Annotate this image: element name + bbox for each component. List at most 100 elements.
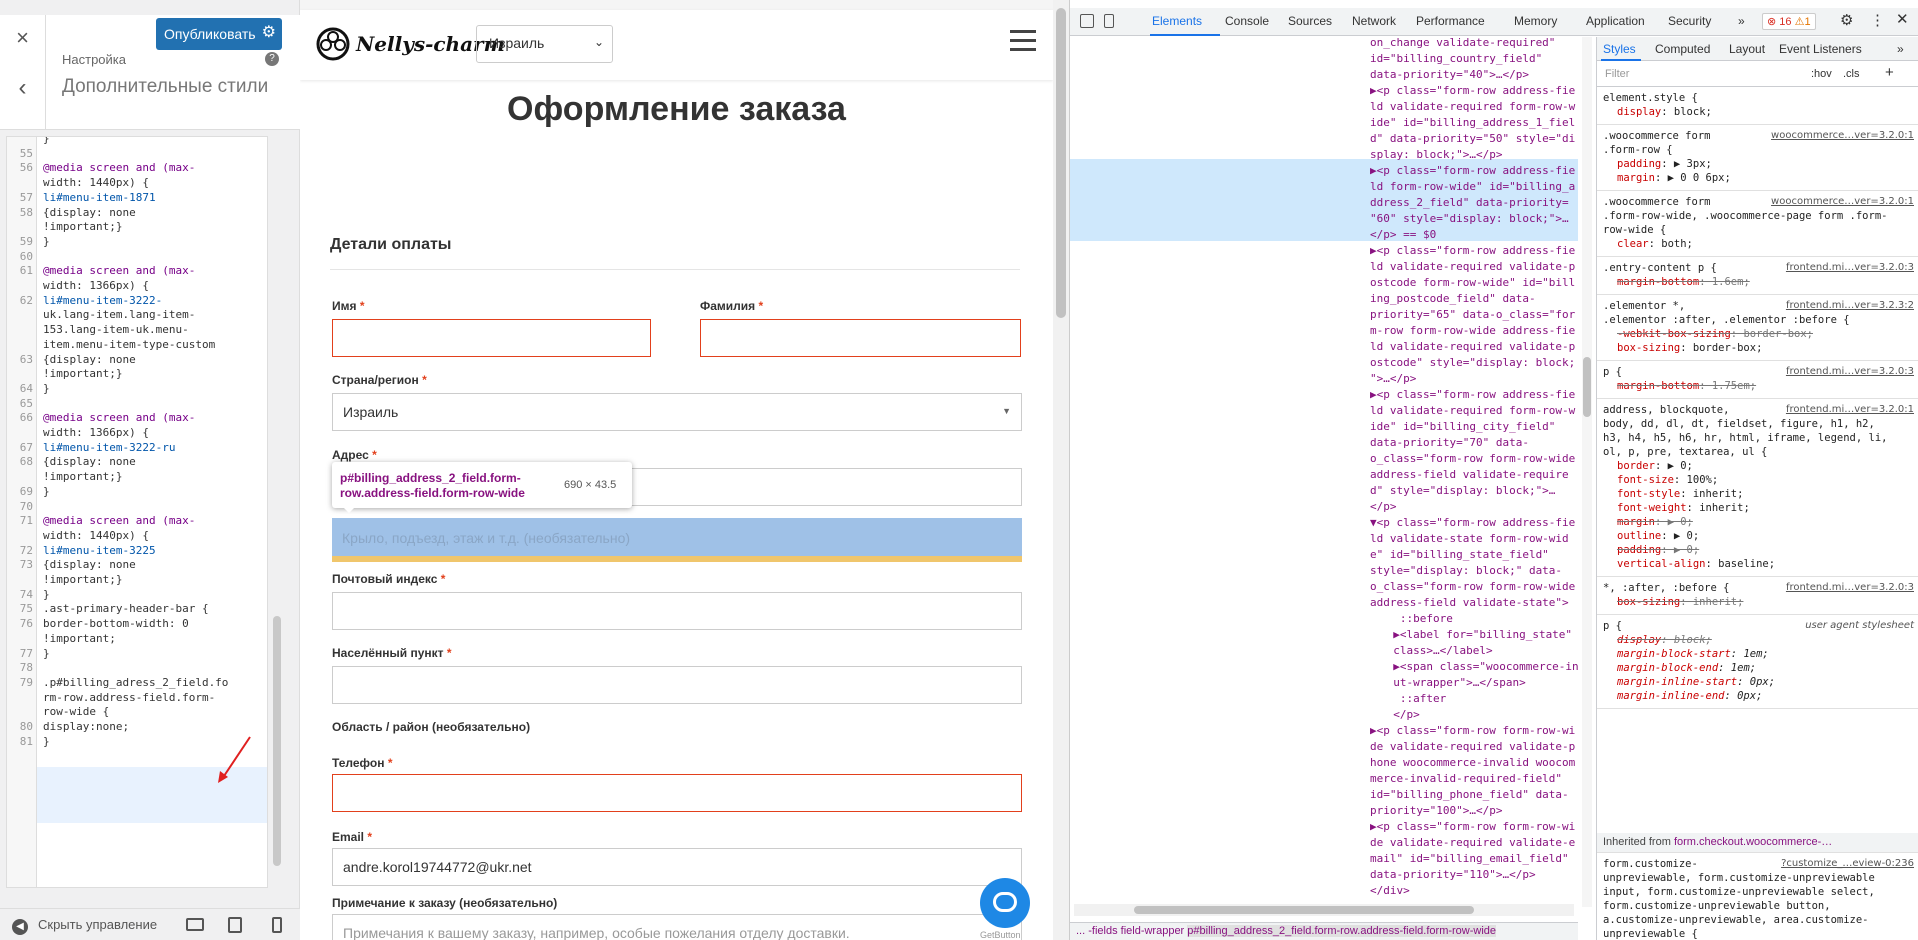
css-declaration[interactable]: margin-bottom: 1.6em; bbox=[1603, 275, 1914, 289]
dom-node-line[interactable]: d" style="display: block;">… bbox=[1370, 483, 1555, 499]
device-toolbar-icon[interactable] bbox=[1104, 14, 1114, 28]
dom-node-line[interactable]: "60" style="display: block;">… bbox=[1370, 211, 1569, 227]
dom-node-line[interactable]: ddress_2_field" data-priority= bbox=[1370, 195, 1569, 211]
elements-hscroll-thumb[interactable] bbox=[1134, 906, 1474, 914]
tab-console[interactable]: Console bbox=[1225, 14, 1269, 28]
elements-tree[interactable]: on_change validate-required" id="billing_… bbox=[1070, 37, 1578, 907]
css-declaration[interactable]: border: ▶ 0; bbox=[1603, 459, 1914, 473]
editor-scroll-thumb[interactable] bbox=[273, 616, 281, 866]
css-rule[interactable]: *, :after, :before {frontend.mi…ver=3.2.… bbox=[1597, 579, 1918, 615]
styles-tab-more[interactable]: » bbox=[1897, 42, 1904, 56]
css-declaration[interactable]: .form-row { bbox=[1603, 143, 1914, 157]
publish-button[interactable]: Опубликовать ⚙ bbox=[156, 18, 282, 50]
notes-field[interactable]: Примечания к вашему заказу, например, ос… bbox=[332, 914, 1022, 940]
dom-node-line[interactable]: </p> bbox=[1370, 499, 1550, 515]
elements-scroll-thumb[interactable] bbox=[1583, 357, 1591, 417]
css-rule[interactable]: address, blockquote, frontend.mi…ver=3.2.… bbox=[1597, 401, 1918, 577]
rule-source-link[interactable]: frontend.mi…ver=3.2.0:3 bbox=[1786, 365, 1914, 379]
styles-tab-event-listeners[interactable]: Event Listeners bbox=[1779, 42, 1862, 56]
css-rule[interactable]: element.style {display: block; bbox=[1597, 89, 1918, 125]
dom-node-line[interactable]: ::after bbox=[1380, 691, 1560, 707]
css-rule[interactable]: .elementor *, frontend.mi…ver=3.2.3:2 .ele… bbox=[1597, 297, 1918, 361]
back-arrow-icon[interactable]: ‹ bbox=[0, 50, 46, 130]
css-declaration[interactable]: row-wide { bbox=[1603, 223, 1914, 237]
rule-source-link[interactable]: frontend.mi…ver=3.2.0:1 bbox=[1786, 403, 1914, 417]
error-warning-badge[interactable]: ⊗ 16 ⚠1 bbox=[1762, 13, 1816, 30]
dom-node-line[interactable]: address-field validate-state"> bbox=[1370, 595, 1569, 611]
dom-node-line[interactable]: priority="100">…</p> bbox=[1370, 803, 1550, 819]
dom-node-line[interactable]: ld validate-state form-row-wid bbox=[1370, 531, 1569, 547]
tab-performance[interactable]: Performance bbox=[1416, 14, 1485, 28]
dom-node-line[interactable]: address-field validate-require bbox=[1370, 467, 1569, 483]
dom-node-line[interactable]: ▶<p class="form-row form-row-wi bbox=[1370, 819, 1575, 835]
more-options-icon[interactable]: ⋮ bbox=[1870, 11, 1885, 29]
rule-source-link[interactable]: woocommerce…ver=3.2.0:1 bbox=[1771, 129, 1914, 143]
dom-node-line[interactable]: ▶<label for="billing_state" bbox=[1380, 627, 1572, 643]
close-devtools-icon[interactable]: ✕ bbox=[1896, 10, 1909, 28]
rule-source-link[interactable]: frontend.mi…ver=3.2.0:3 bbox=[1786, 581, 1914, 595]
dom-node-line[interactable]: merce-invalid-required-field" bbox=[1370, 771, 1562, 787]
country-switcher-select[interactable]: Израиль ⌄ bbox=[476, 25, 613, 63]
css-rule[interactable]: .woocommerce form woocommerce…ver=3.2.0:1… bbox=[1597, 127, 1918, 191]
css-declaration[interactable]: margin-block-start: 1em; bbox=[1603, 647, 1914, 661]
dom-node-line[interactable]: ▶<span class="woocommerce-inp bbox=[1380, 659, 1578, 675]
dom-node-line[interactable]: ▶<p class="form-row address-fie bbox=[1370, 83, 1575, 99]
css-declaration[interactable]: margin-inline-end: 0px; bbox=[1603, 689, 1914, 703]
gear-icon[interactable]: ⚙ bbox=[262, 22, 276, 42]
css-declaration[interactable]: box-sizing: border-box; bbox=[1603, 341, 1914, 355]
css-rule[interactable]: p {frontend.mi…ver=3.2.0:3 margin-bottom:… bbox=[1597, 363, 1918, 399]
dom-node-line[interactable]: splay: block;">…</p> bbox=[1370, 147, 1550, 163]
flower-logo-icon[interactable] bbox=[314, 25, 352, 63]
dom-node-line[interactable]: priority="65" data-o_class="for bbox=[1370, 307, 1575, 323]
css-rule[interactable]: .woocommerce form woocommerce…ver=3.2.0:1… bbox=[1597, 193, 1918, 257]
dom-node-line[interactable]: id="billing_country_field" bbox=[1370, 51, 1550, 67]
rule-source-link[interactable]: user agent stylesheet bbox=[1805, 619, 1914, 633]
css-declaration[interactable]: box-sizing: inherit; bbox=[1603, 595, 1914, 609]
dom-node-line[interactable]: ld form-row-wide" id="billing_a bbox=[1370, 179, 1575, 195]
dom-node-line[interactable]: ">…</p> bbox=[1370, 371, 1550, 387]
tablet-preview-icon[interactable] bbox=[228, 917, 242, 933]
breadcrumb-item[interactable]: -fields bbox=[1088, 925, 1120, 937]
breadcrumb-item[interactable]: field-wrapper bbox=[1121, 925, 1188, 937]
styles-filter[interactable]: Filter :hov .cls + bbox=[1597, 63, 1918, 87]
dom-node-line[interactable]: class>…</label> bbox=[1380, 643, 1560, 659]
breadcrumb-item[interactable]: ... bbox=[1076, 925, 1088, 937]
dom-node-line[interactable]: ide" id="billing_address_1_fiel bbox=[1370, 115, 1575, 131]
tab-security[interactable]: Security bbox=[1668, 14, 1711, 28]
dom-node-line[interactable]: o_class="form-row form-row-wide bbox=[1370, 579, 1575, 595]
css-declaration[interactable]: body, dd, dl, dt, fieldset, figure, h1, … bbox=[1603, 417, 1914, 431]
css-declaration[interactable]: margin: ▶ 0 0 6px; bbox=[1603, 171, 1914, 185]
css-declaration[interactable]: clear: both; bbox=[1603, 237, 1914, 251]
hamburger-menu-icon[interactable] bbox=[1010, 30, 1036, 56]
tab-network[interactable]: Network bbox=[1352, 14, 1396, 28]
css-declaration[interactable]: margin: ▶ 0; bbox=[1603, 515, 1914, 529]
dom-node-line[interactable]: ld validate-required validate-p bbox=[1370, 259, 1575, 275]
dom-node-line[interactable]: ld validate-required form-row-w bbox=[1370, 99, 1575, 115]
new-rule-icon[interactable]: + bbox=[1885, 64, 1894, 81]
dom-node-line[interactable]: hone woocommerce-invalid woocom bbox=[1370, 755, 1575, 771]
mobile-preview-icon[interactable] bbox=[272, 917, 282, 933]
dom-node-line[interactable]: ide" id="billing_city_field" bbox=[1370, 419, 1555, 435]
dom-node-line[interactable]: mail" id="billing_email_field" bbox=[1370, 851, 1569, 867]
dom-node-line[interactable]: id="billing_phone_field" data- bbox=[1370, 787, 1569, 803]
dom-node-line[interactable]: ostcode" style="display: block; bbox=[1370, 355, 1575, 371]
help-icon[interactable]: ? bbox=[265, 52, 279, 66]
dom-node-line[interactable]: ▶<p class="form-row address-fie bbox=[1370, 243, 1575, 259]
css-declaration[interactable]: outline: ▶ 0; bbox=[1603, 529, 1914, 543]
phone-field[interactable] bbox=[332, 774, 1022, 812]
dom-node-line[interactable]: ing_postcode_field" data- bbox=[1370, 291, 1550, 307]
dom-node-line[interactable]: de validate-required validate-e bbox=[1370, 835, 1575, 851]
dom-node-line[interactable]: m-row form-row-wide address-fie bbox=[1370, 323, 1575, 339]
tab-elements[interactable]: Elements bbox=[1152, 14, 1202, 28]
css-declaration[interactable]: display: block; bbox=[1603, 105, 1914, 119]
preview-scrollbar[interactable] bbox=[1053, 0, 1069, 940]
breadcrumb-item[interactable]: p#billing_address_2_field.form-row.addre… bbox=[1187, 925, 1497, 937]
settings-icon[interactable]: ⚙ bbox=[1840, 11, 1853, 29]
dom-node-line[interactable]: ld validate-required validate-p bbox=[1370, 339, 1575, 355]
dom-node-line[interactable]: </p> == $0 bbox=[1370, 227, 1550, 243]
dom-node-line[interactable]: e" id="billing_state_field" bbox=[1370, 547, 1550, 563]
css-declaration[interactable]: font-weight: inherit; bbox=[1603, 501, 1914, 515]
dom-node-line[interactable]: o_class="form-row form-row-wide bbox=[1370, 451, 1575, 467]
hide-controls-button[interactable]: ◀ Скрыть управление bbox=[12, 917, 157, 935]
cls-toggle[interactable]: .cls bbox=[1843, 68, 1860, 80]
